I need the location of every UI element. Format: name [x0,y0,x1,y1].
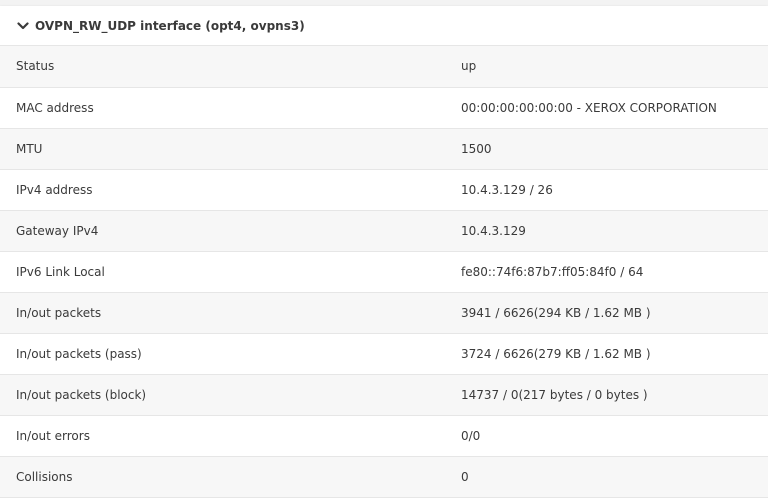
table-row: In/out packets (block) 14737 / 0(217 byt… [0,374,768,416]
table-row: IPv6 Link Local fe80::74f6:87b7:ff05:84f… [0,251,768,293]
row-label: Gateway IPv4 [0,210,461,252]
interface-panel: OVPN_RW_UDP interface (opt4, ovpns3) Sta… [0,6,768,499]
panel-title: OVPN_RW_UDP interface (opt4, ovpns3) [35,18,305,33]
row-label: In/out packets (block) [0,374,461,416]
row-value: 14737 / 0(217 bytes / 0 bytes ) [461,374,768,416]
row-label: Collisions [0,456,461,498]
table-row: In/out packets (pass) 3724 / 6626(279 KB… [0,333,768,375]
row-value: fe80::74f6:87b7:ff05:84f0 / 64 [461,251,768,293]
row-label: MTU [0,128,461,170]
row-label: MAC address [0,87,461,129]
row-value: 1500 [461,128,768,170]
row-value: 3724 / 6626(279 KB / 1.62 MB ) [461,333,768,375]
table-row: Collisions 0 [0,456,768,498]
table-row: IPv4 address 10.4.3.129 / 26 [0,169,768,211]
row-value: up [461,46,768,88]
row-value: 3941 / 6626(294 KB / 1.62 MB ) [461,292,768,334]
row-label: In/out errors [0,415,461,457]
row-label: IPv4 address [0,169,461,211]
interface-details-table: Status up MAC address 00:00:00:00:00:00 … [0,46,768,498]
row-label: IPv6 Link Local [0,251,461,293]
table-row: MAC address 00:00:00:00:00:00 - XEROX CO… [0,87,768,129]
table-row: Status up [0,46,768,88]
table-row: MTU 1500 [0,128,768,170]
row-value: 0 [461,456,768,498]
table-row: Gateway IPv4 10.4.3.129 [0,210,768,252]
interface-panel-header[interactable]: OVPN_RW_UDP interface (opt4, ovpns3) [0,6,768,46]
row-value: 10.4.3.129 / 26 [461,169,768,211]
table-row: In/out errors 0/0 [0,415,768,457]
row-label: In/out packets (pass) [0,333,461,375]
row-label: Status [0,46,461,88]
row-value: 0/0 [461,415,768,457]
row-value: 10.4.3.129 [461,210,768,252]
row-value: 00:00:00:00:00:00 - XEROX CORPORATION [461,87,768,129]
chevron-down-icon[interactable] [16,19,30,33]
table-row: In/out packets 3941 / 6626(294 KB / 1.62… [0,292,768,334]
row-label: In/out packets [0,292,461,334]
